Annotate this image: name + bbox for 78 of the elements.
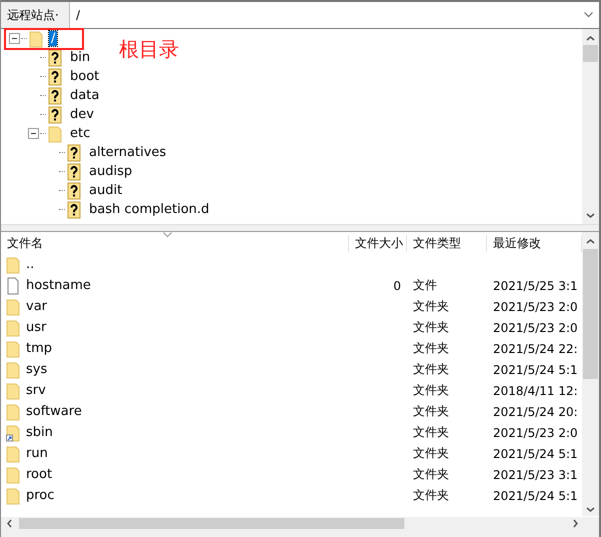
remote-site-label: 远程站点· <box>1 2 70 28</box>
file-type: 文件夹 <box>412 319 450 336</box>
tree-item[interactable]: alternatives <box>87 145 168 160</box>
annotation-label: 根目录 <box>119 36 179 63</box>
column-header[interactable]: 文件名 <box>1 234 349 252</box>
modified-date: 2021/5/24 20: <box>492 404 579 418</box>
file-name[interactable]: usr <box>26 320 46 335</box>
file-name[interactable]: run <box>26 446 48 461</box>
question-mark-icon <box>67 162 81 180</box>
column-header[interactable]: 文件大小 <box>349 234 407 252</box>
modified-date: 2018/4/11 12: <box>492 384 579 398</box>
file-size: 0 <box>392 278 402 292</box>
modified-date: 2021/5/23 2:0 <box>492 426 579 440</box>
folder-icon <box>29 30 43 48</box>
collapse-icon[interactable] <box>9 33 20 44</box>
file-type: 文件夹 <box>412 340 450 357</box>
vertical-scrollbar[interactable] <box>582 29 599 224</box>
file-name[interactable]: tmp <box>26 341 52 356</box>
file-type: 文件 <box>412 277 438 294</box>
question-mark-icon <box>67 182 81 200</box>
vertical-scrollbar[interactable] <box>582 232 599 516</box>
tree-item[interactable]: data <box>68 88 102 103</box>
modified-date: 2021/5/23 3:1 <box>492 468 579 482</box>
file-name[interactable]: srv <box>26 383 46 398</box>
tree-item[interactable]: boot <box>68 69 102 84</box>
folder-icon <box>6 298 20 316</box>
file-name[interactable]: root <box>26 467 52 482</box>
tree-item[interactable]: dev <box>68 107 96 122</box>
file-type: 文件夹 <box>412 466 450 483</box>
file-name[interactable]: proc <box>26 488 54 503</box>
modified-date: 2021/5/24 5:1 <box>492 362 579 376</box>
modified-date: 2021/5/24 5:1 <box>492 446 579 460</box>
tree-item[interactable]: audit <box>87 183 124 198</box>
file-name[interactable]: hostname <box>26 278 91 293</box>
folder-icon <box>6 402 20 420</box>
folder-icon <box>6 256 20 274</box>
question-mark-icon <box>48 48 62 66</box>
modified-date: 2021/5/24 22: <box>492 342 579 356</box>
modified-date: 2021/5/23 2:0 <box>492 300 579 314</box>
folder-shortcut-icon <box>6 424 20 442</box>
folder-icon <box>6 444 20 462</box>
question-mark-icon <box>48 106 62 124</box>
modified-date: 2021/5/25 3:1 <box>492 278 579 292</box>
modified-date: 2021/5/23 2:0 <box>492 320 579 334</box>
folder-icon <box>6 318 20 336</box>
modified-date: 2021/5/24 5:1 <box>492 488 579 502</box>
column-header[interactable]: 文件类型 <box>407 234 487 252</box>
file-name[interactable]: software <box>26 404 82 419</box>
collapse-icon[interactable] <box>28 128 39 139</box>
folder-icon <box>6 466 20 484</box>
file-type: 文件夹 <box>412 298 450 315</box>
folder-icon <box>48 124 62 142</box>
tree-item[interactable]: etc <box>68 126 92 141</box>
question-mark-icon <box>48 68 62 86</box>
file-type: 文件夹 <box>412 445 450 462</box>
tree-item[interactable]: bin <box>68 50 92 65</box>
folder-icon <box>6 360 20 378</box>
question-mark-icon <box>67 144 81 162</box>
file-type: 文件夹 <box>412 382 450 399</box>
file-name[interactable]: .. <box>26 257 34 272</box>
folder-icon <box>6 382 20 400</box>
question-mark-icon <box>67 200 81 218</box>
question-mark-icon <box>48 86 62 104</box>
folder-icon <box>6 486 20 504</box>
file-name[interactable]: sbin <box>26 425 53 440</box>
file-type: 文件夹 <box>412 403 450 420</box>
tree-item[interactable]: bash completion.d <box>87 202 212 217</box>
file-icon <box>6 276 20 294</box>
tree-item[interactable]: audisp <box>87 164 134 179</box>
file-type: 文件夹 <box>412 487 450 504</box>
file-type: 文件夹 <box>412 361 450 378</box>
file-name[interactable]: sys <box>26 362 48 377</box>
chevron-down-icon[interactable] <box>584 12 593 18</box>
horizontal-scrollbar[interactable] <box>1 517 599 530</box>
file-type: 文件夹 <box>412 424 450 441</box>
file-name[interactable]: var <box>26 299 48 314</box>
folder-icon <box>6 340 20 358</box>
tree-item[interactable]: / <box>49 31 58 46</box>
